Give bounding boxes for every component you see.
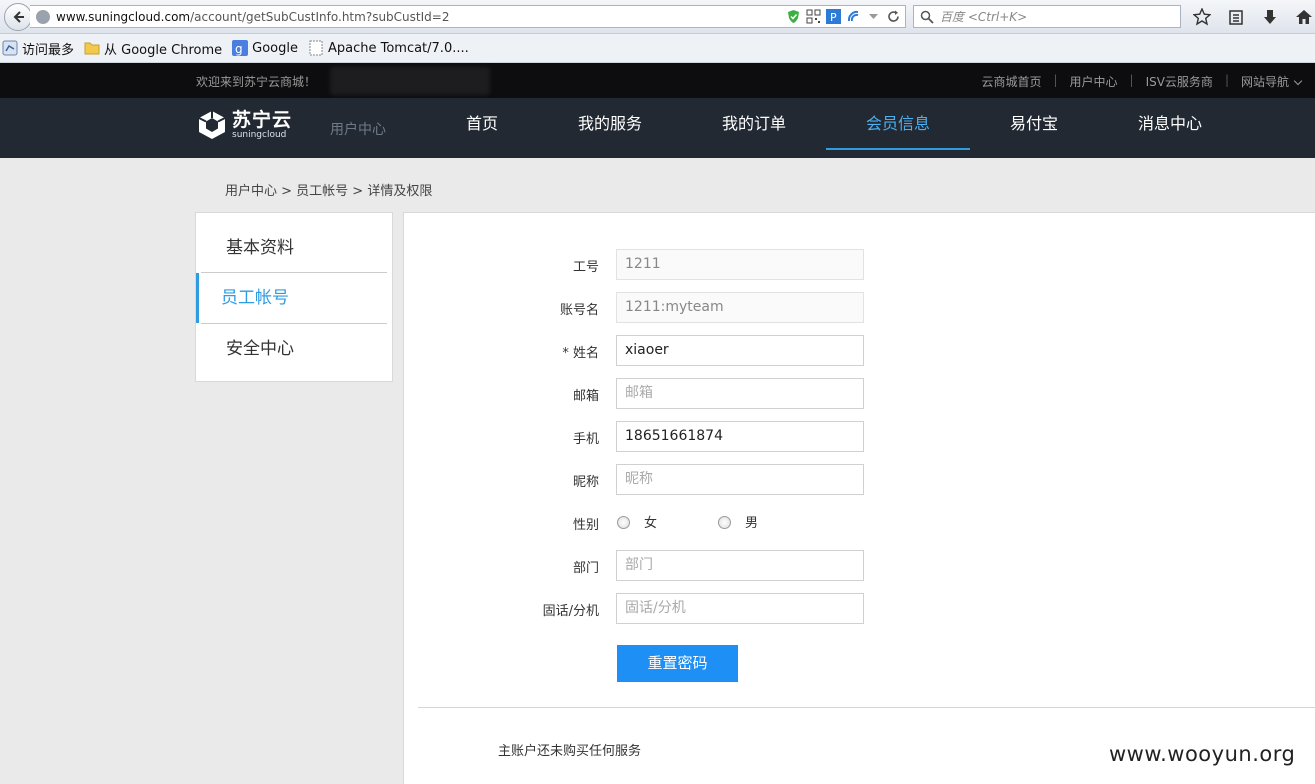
- toplink-site-nav[interactable]: 网站导航: [1241, 73, 1303, 90]
- bookmark-star-icon[interactable]: [1192, 7, 1212, 27]
- gender-label: 性别: [572, 518, 599, 533]
- row-email: 邮箱 邮箱: [404, 378, 1315, 410]
- gender-male-label: 男: [745, 516, 759, 531]
- gender-female-label: 女: [644, 516, 658, 531]
- nav-yifubao[interactable]: 易付宝: [1004, 98, 1064, 158]
- section-title: 用户中心: [330, 122, 386, 138]
- email-field[interactable]: 邮箱: [616, 378, 864, 409]
- nav-home[interactable]: 首页: [452, 98, 512, 158]
- bookmark-from-chrome[interactable]: 从 Google Chrome: [84, 39, 222, 58]
- url-host: www.suningcloud.com: [56, 9, 191, 24]
- row-emp-no: 工号 1211: [404, 249, 1315, 281]
- home-icon[interactable]: [1294, 7, 1314, 27]
- gear-icon: [2, 40, 18, 56]
- row-name: * 姓名 xiaoer: [404, 335, 1315, 367]
- main-nav: 苏宁云 suningcloud 用户中心 首页 我的服务 我的订单 会员信息 易…: [0, 98, 1315, 158]
- redacted-username: [330, 67, 490, 95]
- nickname-label: 昵称: [572, 475, 599, 490]
- cube-logo-icon: [198, 111, 226, 139]
- phone-label: 手机: [572, 432, 599, 447]
- service-note: 主账户还未购买任何服务: [498, 744, 642, 759]
- url-path: /account/getSubCustInfo.htm?subCustId=2: [190, 9, 450, 24]
- dropdown-arrow-icon[interactable]: [866, 9, 881, 24]
- globe-icon: [36, 9, 50, 24]
- row-nickname: 昵称 昵称: [404, 464, 1315, 496]
- back-button[interactable]: [4, 3, 32, 31]
- toplink-isv[interactable]: ISV云服务商: [1146, 73, 1213, 90]
- account-field: 1211:myteam: [616, 292, 864, 323]
- dept-label: 部门: [572, 561, 599, 576]
- welcome-text: 欢迎来到苏宁云商城！: [196, 75, 317, 89]
- phone-field[interactable]: 18651661874: [616, 421, 864, 452]
- bookmarks-bar: 访问最多 从 Google Chrome g Google Apache Tomc…: [0, 34, 1315, 63]
- breadcrumb: 用户中心 > 员工帐号 > 详情及权限: [225, 184, 433, 199]
- nav-message-center[interactable]: 消息中心: [1130, 98, 1210, 158]
- row-phone: 手机 18651661874: [404, 421, 1315, 453]
- sidebar-item-staff-account[interactable]: 员工帐号: [196, 273, 387, 323]
- name-field[interactable]: xiaoer: [616, 335, 864, 366]
- browser-toolbar: www.suningcloud.com/account/getSubCustIn…: [0, 0, 1315, 34]
- sidebar-item-basic-info[interactable]: 基本资料: [201, 223, 387, 273]
- nav-my-orders[interactable]: 我的订单: [714, 98, 794, 158]
- back-arrow-icon: [13, 11, 24, 23]
- reload-icon[interactable]: [886, 9, 901, 24]
- sidebar: 基本资料 员工帐号 安全中心: [195, 212, 393, 382]
- folder-icon: [84, 40, 100, 56]
- site-logo[interactable]: 苏宁云 suningcloud: [196, 109, 292, 141]
- emp-no-label: 工号: [572, 260, 599, 275]
- logo-en: suningcloud: [232, 130, 287, 140]
- emp-no-field: 1211: [616, 249, 864, 280]
- detail-panel: 工号 1211 账号名 1211:myteam * 姓名 xiaoer 邮箱 邮…: [403, 212, 1315, 784]
- page-icon: [308, 40, 324, 56]
- bookmark-google[interactable]: g Google: [232, 40, 298, 56]
- row-gender: 性别 女 男: [404, 507, 1315, 539]
- account-label: 账号名: [559, 303, 599, 318]
- gender-female-radio[interactable]: [617, 516, 630, 529]
- bookmarks-menu-icon[interactable]: [1226, 7, 1246, 27]
- email-label: 邮箱: [572, 389, 599, 404]
- tel-label: 固话/分机: [542, 604, 599, 619]
- qr-code-icon[interactable]: [806, 9, 821, 24]
- svg-text:P: P: [830, 11, 837, 24]
- dept-field[interactable]: 部门: [616, 550, 864, 581]
- search-input[interactable]: 百度 <Ctrl+K>: [913, 5, 1181, 28]
- logo-cn: 苏宁云: [232, 109, 293, 131]
- url-field[interactable]: www.suningcloud.com/account/getSubCustIn…: [30, 5, 906, 28]
- watermark: www.wooyun.org: [1109, 742, 1296, 766]
- feed-icon[interactable]: [846, 9, 861, 24]
- bookmark-most-visited[interactable]: 访问最多: [2, 39, 74, 58]
- row-account: 账号名 1211:myteam: [404, 292, 1315, 324]
- p-extension-icon[interactable]: P: [826, 9, 841, 24]
- nav-my-services[interactable]: 我的服务: [570, 98, 650, 158]
- nav-member-info[interactable]: 会员信息: [826, 98, 970, 150]
- top-links: 云商城首页 | 用户中心 | ISV云服务商 | 网站导航: [981, 73, 1303, 90]
- svg-text:g: g: [235, 42, 243, 56]
- search-placeholder: 百度 <Ctrl+K>: [940, 10, 1028, 24]
- toplink-cloud-home[interactable]: 云商城首页: [981, 73, 1041, 90]
- site-topbar: 欢迎来到苏宁云商城！ 云商城首页 | 用户中心 | ISV云服务商 | 网站导航: [0, 63, 1315, 98]
- name-label: * 姓名: [562, 346, 599, 361]
- tel-field[interactable]: 固话/分机: [616, 593, 864, 624]
- download-icon[interactable]: [1260, 7, 1280, 27]
- sidebar-item-security[interactable]: 安全中心: [201, 324, 387, 374]
- google-icon: g: [232, 40, 249, 56]
- divider: [418, 707, 1315, 708]
- row-dept: 部门 部门: [404, 550, 1315, 582]
- row-tel: 固话/分机 固话/分机: [404, 593, 1315, 625]
- bookmark-tomcat[interactable]: Apache Tomcat/7.0....: [308, 40, 469, 56]
- toplink-user-center[interactable]: 用户中心: [1070, 73, 1118, 90]
- nickname-field[interactable]: 昵称: [616, 464, 864, 495]
- chevron-down-icon: [1293, 76, 1303, 86]
- reset-password-button[interactable]: 重置密码: [617, 645, 738, 682]
- shield-icon[interactable]: [786, 9, 801, 24]
- gender-male-radio[interactable]: [718, 516, 731, 529]
- search-icon: [920, 10, 934, 24]
